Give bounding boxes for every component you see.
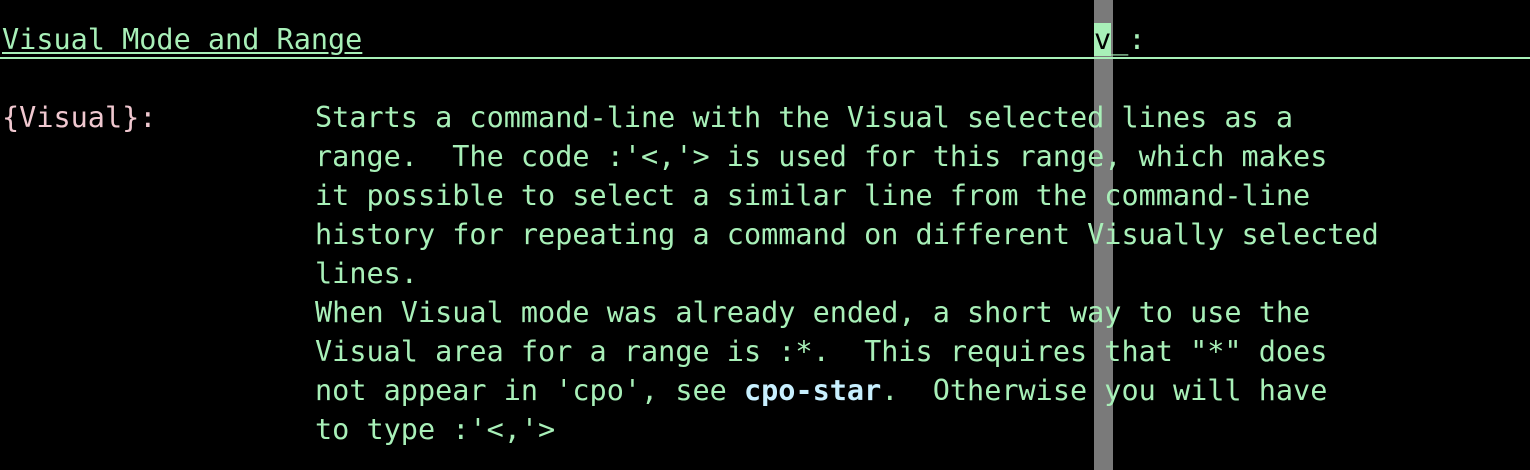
text-line: lines. — [315, 257, 418, 290]
terminal-window[interactable]: Visual Mode and Range v_: {Visual}: Star… — [0, 0, 1530, 470]
text-line: When Visual mode was already ended, a sh… — [315, 296, 1311, 329]
cursor-char: v — [1094, 23, 1112, 56]
text-segment: . Otherwise you will have — [881, 374, 1328, 407]
text-line: not appear in 'cpo', see cpo-star. Other… — [315, 371, 1379, 410]
help-tag[interactable]: v_: — [1094, 20, 1146, 59]
text-line: it possible to select a similar line fro… — [315, 179, 1311, 212]
entry-description: Starts a command-line with the Visual se… — [315, 98, 1379, 449]
help-section-header: Visual Mode and Range v_: — [0, 20, 1530, 59]
section-title: Visual Mode and Range — [2, 23, 363, 56]
text-line: history for repeating a command on diffe… — [315, 218, 1379, 251]
text-line: to type :'<,'> — [315, 413, 556, 446]
text-line: range. The code :'<,'> is used for this … — [315, 140, 1328, 173]
help-link-cpo-star[interactable]: cpo-star — [744, 374, 881, 407]
entry-label: {Visual}: — [2, 101, 157, 134]
text-segment: not appear in 'cpo', see — [315, 374, 744, 407]
text-line: Starts a command-line with the Visual se… — [315, 101, 1294, 134]
help-tag-rest: _: — [1111, 23, 1146, 56]
text-line: Visual area for a range is :*. This requ… — [315, 335, 1328, 368]
